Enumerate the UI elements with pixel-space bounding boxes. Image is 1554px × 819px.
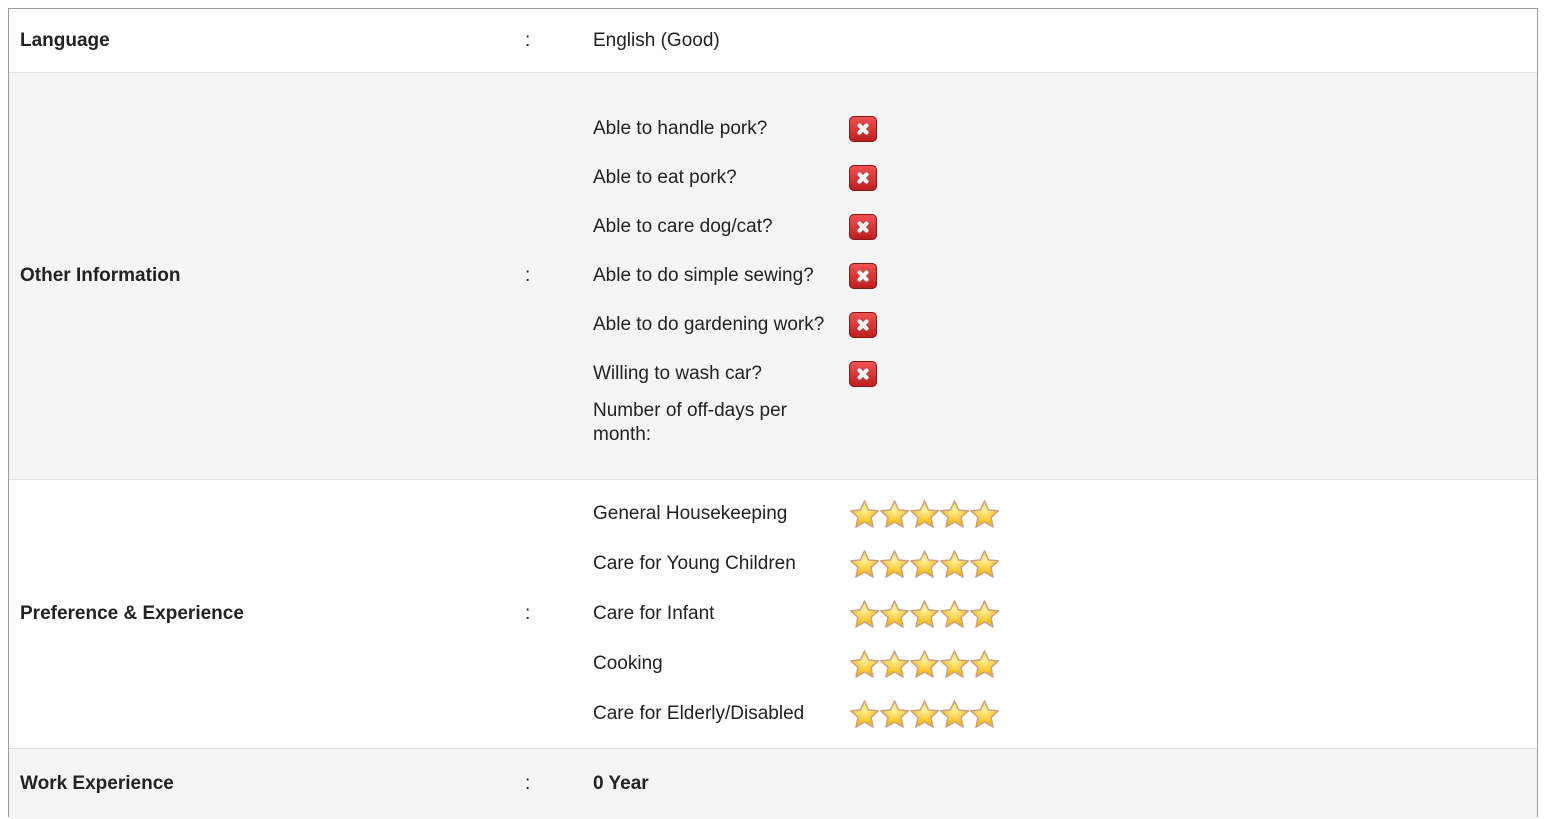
other-information-item: Able to do gardening work?	[593, 301, 1537, 350]
star-rating	[849, 499, 1000, 530]
other-information-item-text: Able to care dog/cat?	[593, 216, 773, 237]
star-icon	[939, 499, 970, 528]
star-icon	[909, 699, 940, 728]
cross-icon	[849, 312, 877, 338]
row-preference-experience: Preference & Experience : General Housek…	[9, 480, 1537, 749]
star-rating	[849, 649, 1000, 680]
preference-item: Care for Infant	[593, 589, 1537, 639]
star-rating	[849, 549, 1000, 580]
row-work-experience: Work Experience : 0 Year	[9, 749, 1537, 819]
preference-experience-list: General Housekeeping Care for Young Child…	[593, 477, 1537, 751]
star-icon	[849, 599, 880, 628]
other-information-item-text: Able to handle pork?	[593, 118, 768, 139]
row-language: Language : English (Good)	[9, 9, 1537, 73]
star-icon	[879, 599, 910, 628]
star-icon	[909, 599, 940, 628]
other-information-item-text: Able to eat pork?	[593, 167, 737, 188]
preference-item: Cooking	[593, 639, 1537, 689]
star-icon	[969, 699, 1000, 728]
other-information-item: Able to handle pork?	[593, 105, 1537, 154]
star-icon	[939, 699, 970, 728]
star-icon	[879, 649, 910, 678]
language-label: Language	[20, 29, 110, 51]
language-value: English (Good)	[593, 29, 720, 51]
star-icon	[849, 499, 880, 528]
other-information-item: Able to do simple sewing?	[593, 252, 1537, 301]
star-icon	[879, 699, 910, 728]
preference-item-text: General Housekeeping	[593, 503, 788, 524]
star-icon	[909, 499, 940, 528]
other-information-item: Able to care dog/cat?	[593, 203, 1537, 252]
preference-item-text: Cooking	[593, 653, 663, 674]
cross-icon	[849, 165, 877, 191]
language-colon: :	[525, 29, 531, 51]
star-rating	[849, 699, 1000, 730]
other-information-item: Willing to wash car?	[593, 350, 1537, 399]
other-information-item: Number of off-days per month:	[593, 399, 1537, 448]
star-icon	[879, 549, 910, 578]
star-icon	[939, 549, 970, 578]
preference-item-text: Care for Elderly/Disabled	[593, 703, 805, 724]
work-experience-value: 0 Year	[593, 773, 649, 794]
preference-item: Care for Elderly/Disabled	[593, 689, 1537, 739]
preference-experience-colon: :	[525, 603, 531, 624]
star-icon	[849, 699, 880, 728]
other-information-item-text: Number of off-days per month:	[593, 400, 787, 445]
row-other-information: Other Information : Able to handle pork?…	[9, 73, 1537, 480]
star-icon	[849, 549, 880, 578]
star-icon	[939, 599, 970, 628]
cross-icon	[849, 361, 877, 387]
star-icon	[969, 649, 1000, 678]
star-rating	[849, 599, 1000, 630]
profile-details-table: Language : English (Good) Other Informat…	[8, 8, 1538, 819]
other-information-colon: :	[525, 265, 531, 286]
work-experience-label: Work Experience	[20, 773, 174, 794]
work-experience-colon: :	[525, 773, 531, 794]
star-icon	[849, 649, 880, 678]
preference-item: General Housekeeping	[593, 489, 1537, 539]
star-icon	[969, 499, 1000, 528]
other-information-list: Able to handle pork? Able to eat pork? Abl…	[593, 93, 1537, 460]
preference-item-text: Care for Young Children	[593, 553, 796, 574]
cross-icon	[849, 263, 877, 289]
preference-item: Care for Young Children	[593, 539, 1537, 589]
star-icon	[879, 499, 910, 528]
star-icon	[969, 549, 1000, 578]
other-information-label: Other Information	[20, 265, 181, 286]
cross-icon	[849, 214, 877, 240]
cross-icon	[849, 116, 877, 142]
star-icon	[939, 649, 970, 678]
star-icon	[909, 649, 940, 678]
star-icon	[969, 599, 1000, 628]
other-information-item: Able to eat pork?	[593, 154, 1537, 203]
other-information-item-text: Able to do simple sewing?	[593, 265, 814, 286]
preference-experience-label: Preference & Experience	[20, 603, 244, 624]
preference-item-text: Care for Infant	[593, 603, 715, 624]
other-information-item-text: Able to do gardening work?	[593, 314, 825, 335]
star-icon	[909, 549, 940, 578]
other-information-item-text: Willing to wash car?	[593, 363, 762, 384]
